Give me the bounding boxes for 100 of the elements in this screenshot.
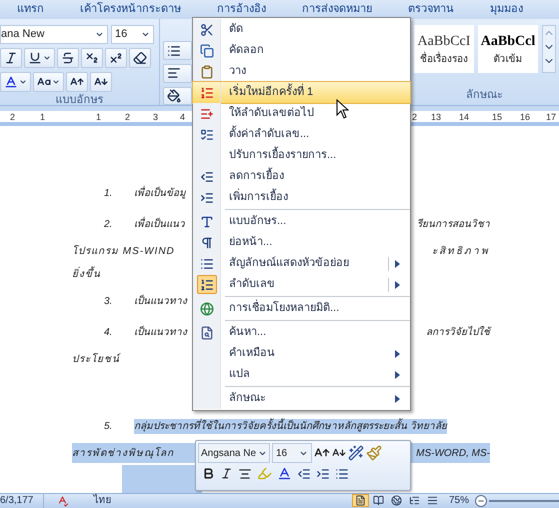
font-name-field[interactable]: Angsana Ne [198, 443, 270, 463]
center-align-icon[interactable] [238, 466, 252, 480]
paragraph-text: เพื่อเป็นแนว [134, 216, 185, 232]
menu-item[interactable]: ตั้งค่าลำดับเลข... [193, 124, 410, 145]
font-name-field[interactable]: ana New [0, 25, 108, 44]
paragraph-text: สารพัดช่างพิษณุโลก [72, 446, 174, 461]
menu-item[interactable]: คำเหมือน [193, 343, 410, 364]
font-size-field[interactable]: 16 [111, 25, 154, 44]
zoom-out-icon[interactable] [475, 494, 487, 507]
paragraph-text: ลการวิจัยไปใช้ [426, 325, 490, 340]
superscript-icon[interactable] [105, 48, 127, 68]
menu-item-label: ตั้งค่าลำดับเลข... [229, 126, 310, 143]
strikethrough-icon[interactable] [57, 48, 79, 68]
outdent-icon[interactable] [297, 466, 311, 480]
menu-item-label: เริ่มใหม่อีกครั้งที่ 1 [229, 84, 314, 101]
ribbon-tab[interactable]: การส่งจดหมาย [300, 1, 374, 18]
group-label: ลักษณะ [465, 88, 504, 103]
underline-icon[interactable] [24, 48, 55, 68]
menu-item[interactable]: ลดการเยื้อง [193, 166, 410, 187]
language-indicator[interactable]: ไทย [93, 493, 112, 508]
list-number: 4. [104, 326, 114, 340]
ruler-number: 2 [10, 111, 16, 124]
menu-item[interactable]: เริ่มใหม่อีกครั้งที่ 1 [193, 82, 410, 103]
menu-item[interactable]: ตัด [193, 19, 410, 40]
ruler-number: 1 [96, 111, 102, 124]
ribbon-tab[interactable]: มุมมอง [488, 1, 525, 18]
menu-item[interactable]: สัญลักษณ์แสดงหัวข้อย่อย [193, 253, 410, 274]
menu-item[interactable]: ปรับการเยื้องรายการ... [193, 145, 410, 166]
menu-item[interactable]: ลำดับเลข [193, 274, 410, 295]
styles-icon[interactable] [348, 445, 364, 461]
paragraph-text: เป็นแนวทาง [134, 294, 187, 309]
ribbon-tab[interactable]: ตรวจทาน [406, 1, 456, 18]
clear-formatting-icon[interactable] [129, 48, 151, 68]
ruler-number: 13 [431, 111, 442, 124]
paragraph-text: ะสิทธิภาพ [432, 244, 490, 259]
style-gallery-item[interactable]: AaBbCcI ชื่อเรื่องรอง [414, 25, 474, 74]
ruler-number: 2 [412, 111, 418, 124]
ruler-number: 1 [40, 111, 46, 124]
menu-item[interactable]: วาง [193, 61, 410, 82]
list-number: 3. [104, 294, 114, 309]
indent-icon[interactable] [316, 466, 330, 480]
menu-item-label: ลดการเยื้อง [229, 168, 284, 185]
menu-item[interactable]: การเชื่อมโยงหลายมิติ... [193, 298, 410, 319]
menu-item-label: แบบอักษร... [229, 214, 286, 230]
print-layout-icon[interactable] [352, 494, 369, 508]
list-number: 2. [104, 218, 114, 232]
menu-item[interactable]: แปล [193, 364, 410, 385]
menu-item-label: ลักษณะ [229, 391, 266, 406]
menu-item[interactable]: แบบอักษร... [193, 211, 410, 232]
bullets-icon[interactable] [163, 41, 192, 60]
proofing-icon[interactable] [56, 494, 70, 507]
ruler-number: 16 [520, 111, 530, 124]
font-color-icon[interactable] [277, 466, 292, 481]
menu-item-label: ปรับการเยื้องรายการ... [229, 147, 336, 164]
ruler-number: 17 [546, 111, 556, 124]
zoom-level[interactable]: 75% [448, 493, 469, 508]
menu-item[interactable]: คัดลอก [193, 40, 410, 61]
paragraph-text: ประโยชน์ [72, 352, 120, 367]
style-gallery-item[interactable]: AaBbCcl ตัวเข้ม [478, 25, 538, 74]
bold-icon[interactable] [202, 467, 215, 480]
menu-item[interactable]: ค้นหา... [193, 322, 410, 343]
subscript-icon[interactable] [81, 48, 103, 68]
list-number: 5. [104, 420, 114, 434]
menu-item[interactable]: ย่อหน้า... [193, 232, 410, 253]
shrink-font-icon[interactable] [90, 72, 112, 92]
menu-item-label: คัดลอก [229, 43, 264, 58]
italic-icon[interactable] [0, 48, 22, 68]
italic-icon[interactable] [220, 467, 233, 480]
format-painter-icon[interactable] [366, 445, 382, 461]
menu-item-label: สัญลักษณ์แสดงหัวข้อย่อย [229, 256, 349, 272]
ribbon-tab[interactable]: การอ้างอิง [215, 1, 268, 18]
ribbon-tab[interactable]: แทรก [15, 1, 46, 18]
paragraph-text: รียนการสอนวิชา [417, 218, 490, 232]
menu-item[interactable]: เพิ่มการเยื้อง [193, 187, 410, 208]
ruler-number: 3 [153, 111, 158, 124]
list-number: 1. [104, 186, 114, 201]
menu-item[interactable]: ให้ลำดับเลขต่อไป [193, 103, 410, 124]
font-size-field[interactable]: 16 [272, 443, 312, 463]
paragraph-text: เป็นแนวทาง [134, 324, 187, 340]
paragraph-text: กลุ่มประชากรที่ใช้ในการวิจัยครั้งนี้เป็นนักศึกษาหลักสูตรระยะสั้น วิทยาลัย [134, 418, 447, 434]
menu-item-label: วาง [229, 64, 246, 80]
ruler-number: 2 [125, 111, 130, 124]
bullets-icon[interactable] [335, 466, 349, 480]
paragraph-text: เพื่อเป็นข้อมู [134, 186, 186, 201]
menu-item[interactable]: ลักษณะ [193, 388, 410, 409]
grow-font-icon[interactable] [66, 72, 88, 92]
align-left-icon[interactable] [163, 64, 192, 83]
ribbon-tab[interactable]: เค้าโครงหน้ากระดาษ [78, 1, 183, 18]
change-case-icon[interactable] [33, 72, 64, 92]
menu-item-label: ย่อหน้า... [229, 235, 272, 250]
ruler-number: 4 [180, 111, 186, 124]
font-color-icon[interactable] [0, 72, 31, 92]
menu-item-label: ตัด [229, 22, 243, 38]
paragraph-text: โปรแกรม MS-WIND [72, 244, 175, 259]
mouse-cursor-icon [336, 99, 349, 119]
paragraph-text: MS-WORD, MS- [416, 446, 490, 461]
shading-icon[interactable] [163, 86, 192, 106]
ruler-number: 15 [492, 111, 502, 124]
menu-item-label: ให้ลำดับเลขต่อไป [229, 105, 314, 122]
menu-item-label: เพิ่มการเยื้อง [229, 189, 288, 206]
